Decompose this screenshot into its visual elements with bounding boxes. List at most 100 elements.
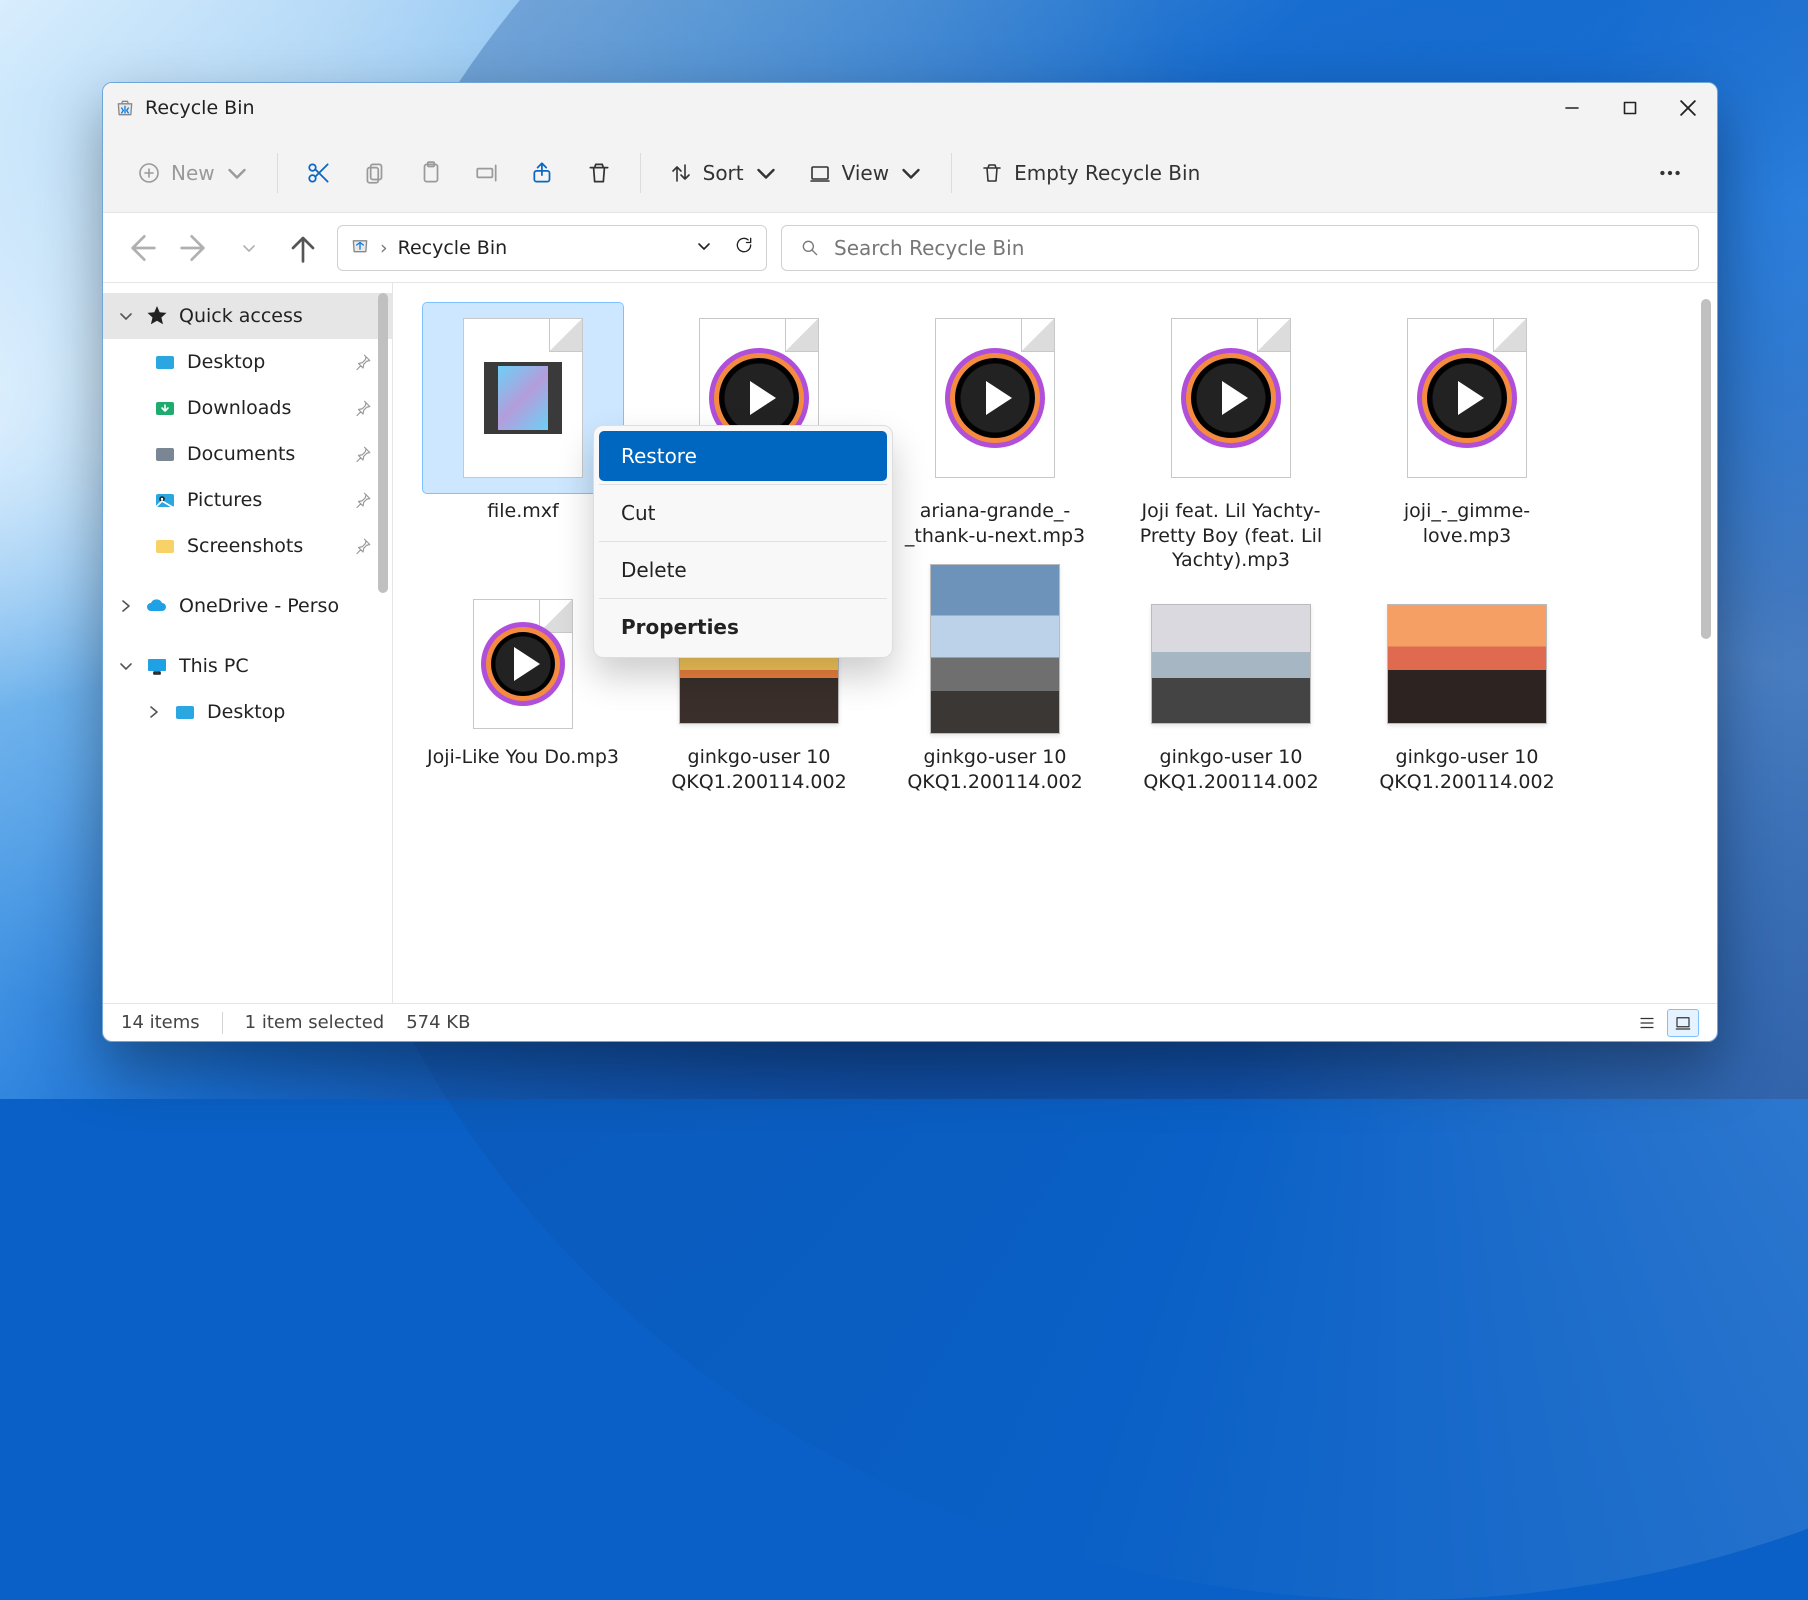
sort-icon (669, 161, 693, 185)
toolbar: New Sort View (103, 133, 1717, 213)
audio-file-icon (1171, 318, 1291, 478)
pin-icon (354, 353, 372, 371)
sort-button[interactable]: Sort (659, 153, 788, 193)
up-button[interactable] (283, 228, 323, 268)
content-area[interactable]: file.mxf youll-never-know.mp3 ariana-gra… (393, 283, 1717, 1003)
chevron-down-icon (225, 161, 249, 185)
copy-button[interactable] (352, 152, 398, 194)
empty-recycle-bin-button[interactable]: Empty Recycle Bin (970, 153, 1210, 193)
recycle-bin-icon (350, 235, 370, 260)
cut-button[interactable] (296, 152, 342, 194)
sidebar-scrollbar[interactable] (378, 293, 388, 593)
context-menu-delete[interactable]: Delete (599, 545, 887, 595)
empty-label: Empty Recycle Bin (1014, 161, 1200, 185)
forward-button[interactable] (175, 228, 215, 268)
sidebar-item-label: Desktop (187, 351, 265, 373)
folder-icon (173, 700, 197, 724)
file-name: ginkgo-user 10 QKQ1.200114.002 (654, 745, 864, 794)
refresh-button[interactable] (734, 235, 754, 260)
sidebar-item-this-pc[interactable]: This PC (103, 643, 392, 689)
file-item[interactable]: ariana-grande_-_thank-u-next.mp3 (877, 297, 1113, 583)
file-name: Joji feat. Lil Yachty-Pretty Boy (feat. … (1126, 499, 1336, 573)
share-button[interactable] (520, 152, 566, 194)
status-bar: 14 items 1 item selected 574 KB (103, 1003, 1717, 1041)
minimize-button[interactable] (1543, 83, 1601, 133)
recent-locations-button[interactable] (229, 228, 269, 268)
audio-file-icon (935, 318, 1055, 478)
new-button[interactable]: New (127, 153, 259, 193)
toolbar-separator (277, 153, 278, 193)
sidebar-item-pictures[interactable]: Pictures (103, 477, 392, 523)
chevron-down-icon (754, 161, 778, 185)
details-view-button[interactable] (1631, 1009, 1663, 1037)
status-separator (222, 1012, 223, 1034)
view-button[interactable]: View (798, 153, 933, 193)
sidebar-item-label: This PC (179, 655, 249, 677)
file-item[interactable]: ginkgo-user 10 QKQ1.200114.002 (1349, 583, 1585, 804)
folder-icon (153, 442, 177, 466)
monitor-icon (145, 654, 169, 678)
sidebar-item-screenshots[interactable]: Screenshots (103, 523, 392, 569)
view-label: View (842, 161, 889, 185)
status-item-count: 14 items (121, 1012, 200, 1033)
more-button[interactable] (1647, 152, 1693, 194)
rename-button[interactable] (464, 152, 510, 194)
titlebar[interactable]: Recycle Bin (103, 83, 1717, 133)
content-scrollbar[interactable] (1701, 299, 1711, 639)
address-bar[interactable]: › Recycle Bin (337, 225, 767, 271)
expand-icon[interactable] (117, 598, 135, 614)
file-name: ginkgo-user 10 QKQ1.200114.002 (890, 745, 1100, 794)
plus-circle-icon (137, 161, 161, 185)
search-box[interactable]: Search Recycle Bin (781, 225, 1699, 271)
folder-icon (153, 488, 177, 512)
expand-icon[interactable] (117, 658, 135, 674)
chevron-down-icon (899, 161, 923, 185)
pin-icon (354, 445, 372, 463)
body: Quick access Desktop Downloads Documents… (103, 283, 1717, 1003)
sidebar-item-quick-access[interactable]: Quick access (103, 293, 392, 339)
context-menu-restore[interactable]: Restore (599, 431, 887, 481)
delete-button[interactable] (576, 152, 622, 194)
file-item[interactable]: ginkgo-user 10 QKQ1.200114.002 (877, 583, 1113, 804)
breadcrumb-location[interactable]: Recycle Bin (398, 237, 508, 259)
sidebar-item-desktop[interactable]: Desktop (103, 339, 392, 385)
search-icon (800, 238, 820, 258)
folder-icon (153, 534, 177, 558)
clipboard-icon (418, 160, 444, 186)
sidebar-item-onedrive[interactable]: OneDrive - Perso (103, 583, 392, 629)
rename-icon (474, 160, 500, 186)
sidebar-item-label: Desktop (207, 701, 285, 723)
file-item[interactable]: Joji feat. Lil Yachty-Pretty Boy (feat. … (1113, 297, 1349, 583)
context-menu-separator (599, 484, 887, 485)
back-button[interactable] (121, 228, 161, 268)
navigation-row: › Recycle Bin Search Recycle Bin (103, 213, 1717, 283)
context-menu-cut[interactable]: Cut (599, 488, 887, 538)
sidebar-item-desktop-2[interactable]: Desktop (103, 689, 392, 735)
ellipsis-icon (1657, 160, 1683, 186)
pin-icon (354, 399, 372, 417)
thumbnails-view-button[interactable] (1667, 1009, 1699, 1037)
expand-icon[interactable] (145, 704, 163, 720)
addr-dropdown-button[interactable] (696, 237, 712, 259)
expand-icon[interactable] (117, 308, 135, 324)
sidebar-item-label: Screenshots (187, 535, 303, 557)
sidebar-item-documents[interactable]: Documents (103, 431, 392, 477)
trash-icon (980, 161, 1004, 185)
navigation-pane[interactable]: Quick access Desktop Downloads Documents… (103, 283, 393, 1003)
folder-icon (153, 396, 177, 420)
file-item[interactable]: ginkgo-user 10 QKQ1.200114.002 (1113, 583, 1349, 804)
paste-button[interactable] (408, 152, 454, 194)
file-name: joji_-_gimme-love.mp3 (1362, 499, 1572, 548)
file-name: Joji-Like You Do.mp3 (418, 745, 628, 770)
file-explorer-window: Recycle Bin New (102, 82, 1718, 1042)
scissors-icon (306, 160, 332, 186)
context-menu-separator (599, 541, 887, 542)
video-file-icon (463, 318, 583, 478)
close-button[interactable] (1659, 83, 1717, 133)
view-icon (808, 161, 832, 185)
sidebar-item-downloads[interactable]: Downloads (103, 385, 392, 431)
maximize-button[interactable] (1601, 83, 1659, 133)
breadcrumb-separator: › (380, 237, 388, 259)
context-menu-properties[interactable]: Properties (599, 602, 887, 652)
file-item[interactable]: joji_-_gimme-love.mp3 (1349, 297, 1585, 583)
